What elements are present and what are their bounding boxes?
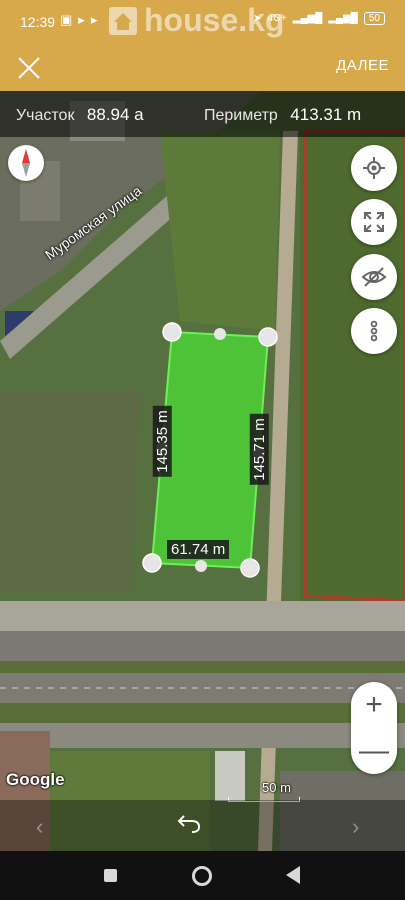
battery-icon: 50 [363, 12, 385, 25]
next-arrow-icon[interactable]: › [352, 814, 359, 840]
satellite-map[interactable] [0, 91, 405, 851]
status-bar: 12:39 ▣ ▸ ▸ house.kg ➤ 4G+ ▂▄▆█ ▂▄▆█ 50 [0, 0, 405, 45]
more-vertical-icon [370, 320, 378, 342]
hide-toggle-button[interactable] [351, 254, 397, 300]
my-location-button[interactable] [351, 145, 397, 191]
zoom-in-button[interactable]: + [351, 682, 397, 728]
app-bar: ДАЛЕЕ [0, 45, 405, 91]
plot-vertex[interactable] [258, 327, 278, 347]
previous-arrow-icon[interactable]: ‹ [36, 814, 43, 840]
location-target-icon [363, 157, 385, 179]
dimension-left-label: 145.35 m [152, 406, 172, 477]
dimension-right-label: 145.71 m [249, 414, 269, 485]
close-icon [18, 57, 40, 79]
plot-vertex[interactable] [142, 553, 162, 573]
status-right-icons: ➤ 4G+ ▂▄▆█ ▂▄▆█ 50 [253, 12, 385, 25]
network-type: 4G+ [267, 13, 287, 24]
play-icon-2: ▸ [90, 12, 98, 27]
scale-label: 50 m [262, 780, 291, 795]
google-logo: Google [6, 770, 65, 789]
undo-bar [0, 800, 405, 851]
plot-vertex[interactable] [162, 322, 182, 342]
house-logo-icon [109, 6, 137, 35]
perimeter-info: Периметр 413.31 m [204, 105, 361, 125]
area-value: 88.94 а [86, 105, 144, 124]
compass-icon [22, 149, 30, 177]
home-icon[interactable] [192, 866, 212, 886]
dimension-bottom-label: 61.74 m [167, 540, 230, 559]
undo-button[interactable] [176, 812, 202, 840]
status-notification-icons: ▣ ▸ ▸ [60, 12, 97, 28]
recent-apps-icon[interactable] [104, 869, 117, 882]
perimeter-label: Периметр [204, 107, 278, 124]
eye-off-icon [361, 267, 387, 287]
undo-icon [177, 815, 201, 833]
plot-vertex[interactable] [240, 558, 260, 578]
perimeter-value: 413.31 m [290, 105, 362, 124]
area-label: Участок [16, 107, 75, 124]
status-time: 12:39 [20, 14, 56, 30]
fullscreen-button[interactable] [351, 199, 397, 245]
play-icon: ▸ [78, 12, 85, 27]
close-button[interactable] [14, 53, 44, 83]
location-arrow-icon: ➤ [253, 13, 262, 24]
fullscreen-icon [364, 212, 384, 232]
zoom-controls: + — [351, 682, 397, 774]
measurement-info-bar: Участок 88.94 а Периметр 413.31 m [0, 91, 405, 137]
next-button[interactable]: ДАЛЕЕ [336, 57, 389, 74]
signal-icon-2: ▂▄▆█ [328, 13, 358, 24]
more-options-button[interactable] [351, 308, 397, 354]
compass-button[interactable] [8, 145, 44, 181]
map-imagery [0, 91, 405, 851]
area-info: Участок 88.94 а [16, 105, 144, 125]
plot-midpoint[interactable] [195, 560, 207, 572]
zoom-out-button[interactable]: — [351, 728, 397, 774]
signal-icon: ▂▄▆█ [292, 13, 323, 24]
plot-midpoint[interactable] [214, 328, 226, 340]
back-icon[interactable] [286, 866, 300, 884]
nfc-icon: ▣ [60, 12, 73, 27]
